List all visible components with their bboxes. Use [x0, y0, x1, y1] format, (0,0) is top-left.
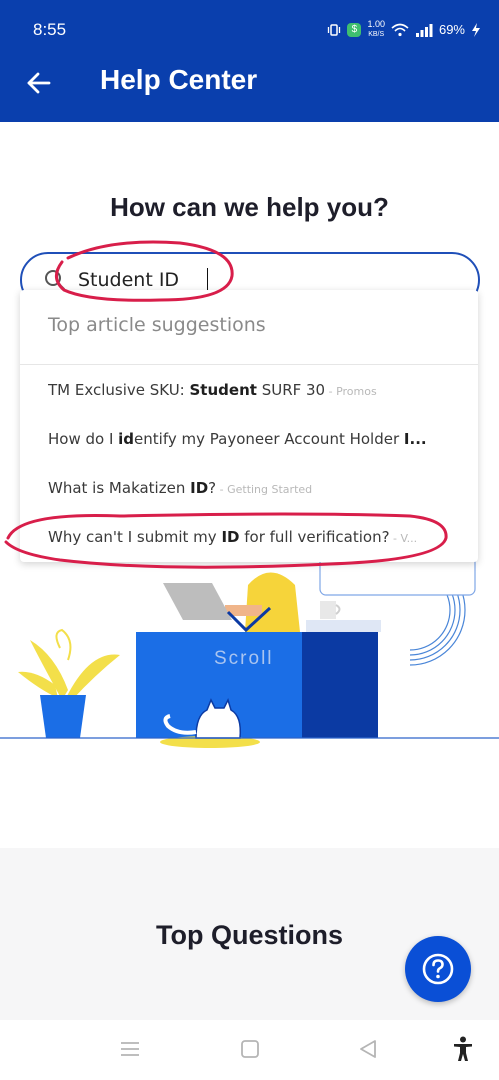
battery-bolt-icon [472, 22, 480, 37]
text-caret [207, 268, 208, 292]
battery-level: 69% [438, 22, 465, 37]
home-square-icon[interactable] [240, 1040, 260, 1058]
accessibility-icon[interactable] [452, 1036, 474, 1062]
suggestion-item[interactable]: Why can't I submit my ID for full verifi… [48, 528, 458, 546]
signal-icon [415, 23, 433, 37]
back-triangle-icon[interactable] [358, 1040, 378, 1058]
wifi-icon [391, 23, 409, 36]
suggestion-item[interactable]: How do I identify my Payoneer Account Ho… [48, 430, 458, 448]
help-heading: How can we help you? [110, 192, 389, 222]
search-input[interactable] [78, 268, 458, 292]
page-title: Help Center [100, 64, 258, 95]
scroll-label: Scroll [214, 648, 274, 669]
arrow-left-icon[interactable] [26, 70, 52, 96]
suggestion-item[interactable]: What is Makatizen ID? - Getting Started [48, 479, 458, 497]
status-icons: $ 1.00 KB/S 69% [327, 20, 481, 39]
suggestion-item[interactable]: TM Exclusive SKU: Student SURF 30 - Prom… [48, 381, 458, 399]
suggestions-dropdown: Top article suggestions TM Exclusive SKU… [20, 290, 478, 562]
system-nav-bar [0, 1020, 499, 1080]
vibrate-icon [328, 23, 341, 36]
divider [20, 364, 478, 365]
suggestions-header: Top article suggestions [48, 314, 266, 336]
shield-dollar-icon: $ [347, 22, 362, 37]
search-icon [45, 270, 65, 290]
app-bar: Help Center [0, 44, 499, 122]
question-circle-icon [422, 953, 454, 985]
help-button[interactable] [405, 936, 471, 1002]
status-bar: 8:55 $ 1.00 KB/S 69% [0, 0, 499, 44]
menu-icon[interactable] [120, 1040, 140, 1058]
net-speed: 1.00 KB/S [367, 19, 385, 39]
status-time: 8:55 [33, 20, 67, 39]
